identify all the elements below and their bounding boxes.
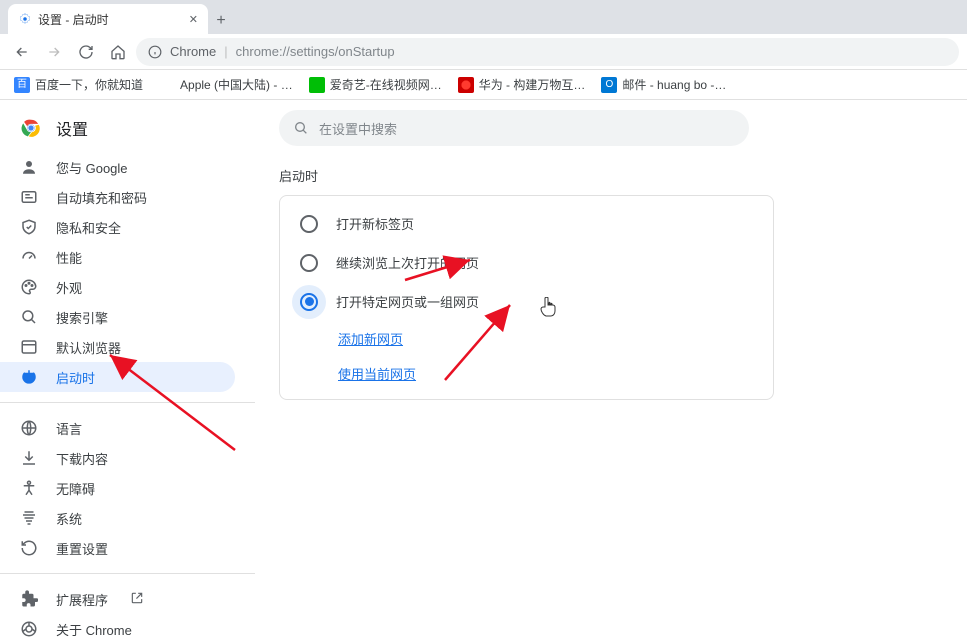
sidebar-item-browser[interactable]: 默认浏览器 [0,332,235,362]
sidebar-item-label: 性能 [56,248,82,267]
sidebar-item-chrome[interactable]: 关于 Chrome [0,614,235,644]
system-icon [20,509,38,527]
sidebar-item-system[interactable]: 系统 [0,503,235,533]
bookmark-item[interactable]: 华为 - 构建万物互… [452,72,592,97]
radio-icon [300,254,318,272]
settings-sidebar: 设置 您与 Google 自动填充和密码隐私和安全性能外观搜索引擎默认浏览器启动时… [0,100,255,596]
favicon-icon: 百 [14,77,30,93]
close-tab-icon[interactable]: ✕ [189,13,198,26]
sidebar-item-globe[interactable]: 语言 [0,413,235,443]
new-tab-button[interactable]: + [208,8,234,34]
sidebar-title: 设置 [56,116,88,140]
sidebar-item-download[interactable]: 下载内容 [0,443,235,473]
sidebar-item-search[interactable]: 搜索引擎 [0,302,235,332]
download-icon [20,449,38,467]
tab-title: 设置 - 启动时 [38,11,109,28]
reload-button[interactable] [72,38,100,66]
address-path: chrome://settings/onStartup [236,44,395,59]
gear-icon [18,12,32,26]
sidebar-item-speed[interactable]: 性能 [0,242,235,272]
add-new-page-row: 添加新网页 [280,321,773,356]
browser-icon [20,338,38,356]
reset-icon [20,539,38,557]
radio-icon [300,293,318,311]
search-placeholder: 在设置中搜索 [319,119,397,138]
bookmark-item[interactable]: O邮件 - huang bo -… [595,72,732,97]
radio-continue[interactable]: 继续浏览上次打开的网页 [280,243,773,282]
back-button[interactable] [8,38,36,66]
bookmark-item[interactable]: 爱奇艺-在线视频网… [303,72,448,97]
apple-icon [159,77,175,93]
search-icon [20,308,38,326]
sidebar-divider [0,402,255,403]
autofill-icon [20,188,38,206]
bookmark-item[interactable]: Apple (中国大陆) - … [153,72,299,97]
browser-toolbar: Chrome | chrome://settings/onStartup [0,34,967,70]
person-icon [20,158,38,176]
browser-tab[interactable]: 设置 - 启动时 ✕ [8,4,208,34]
power-icon [20,368,38,386]
sidebar-item-palette[interactable]: 外观 [0,272,235,302]
tab-strip: 设置 - 启动时 ✕ + [0,0,967,34]
favicon-icon [309,77,325,93]
startup-card: 打开新标签页 继续浏览上次打开的网页 打开特定网页或一组网页 添加新网页 使用当… [279,195,774,400]
radio-new-tab[interactable]: 打开新标签页 [280,204,773,243]
settings-search[interactable]: 在设置中搜索 [279,110,749,146]
sidebar-item-label: 自动填充和密码 [56,188,147,207]
globe-icon [20,419,38,437]
use-current-row: 使用当前网页 [280,356,773,391]
sidebar-item-label: 外观 [56,278,82,297]
forward-button[interactable] [40,38,68,66]
huawei-icon [458,77,474,93]
sidebar-item-label: 无障碍 [56,479,95,498]
sidebar-divider [0,573,255,574]
sidebar-item-autofill[interactable]: 自动填充和密码 [0,182,235,212]
radio-specific-pages[interactable]: 打开特定网页或一组网页 [280,282,773,321]
address-bar[interactable]: Chrome | chrome://settings/onStartup [136,38,959,66]
sidebar-item-label: 您与 Google [56,158,128,177]
external-link-icon [130,591,144,608]
search-icon [293,120,309,136]
add-new-page-link[interactable]: 添加新网页 [338,332,403,347]
sidebar-item-label: 搜索引擎 [56,308,108,327]
settings-main: 在设置中搜索 启动时 打开新标签页 继续浏览上次打开的网页 打开特定网页或一组网… [255,100,967,596]
sidebar-item-label: 启动时 [56,368,95,387]
use-current-link[interactable]: 使用当前网页 [338,367,416,382]
accessibility-icon [20,479,38,497]
sidebar-item-shield[interactable]: 隐私和安全 [0,212,235,242]
bookmark-item[interactable]: 百百度一下，你就知道 [8,72,149,97]
sidebar-item-label: 语言 [56,419,82,438]
outlook-icon: O [601,77,617,93]
speed-icon [20,248,38,266]
sidebar-item-accessibility[interactable]: 无障碍 [0,473,235,503]
sidebar-item-label: 扩展程序 [56,590,108,609]
sidebar-item-reset[interactable]: 重置设置 [0,533,235,563]
radio-icon [300,215,318,233]
bookmark-bar: 百百度一下，你就知道 Apple (中国大陆) - … 爱奇艺-在线视频网… 华… [0,70,967,100]
chrome-logo-icon [20,117,42,139]
sidebar-item-label: 系统 [56,509,82,528]
sidebar-item-label: 下载内容 [56,449,108,468]
palette-icon [20,278,38,296]
chrome-icon [20,620,38,638]
sidebar-item-extension[interactable]: 扩展程序 [0,584,235,614]
sidebar-item-label: 重置设置 [56,539,108,558]
sidebar-item-person[interactable]: 您与 Google [0,152,235,182]
section-title: 启动时 [279,166,943,185]
info-icon [148,45,162,59]
sidebar-item-label: 默认浏览器 [56,338,121,357]
sidebar-item-label: 隐私和安全 [56,218,121,237]
home-button[interactable] [104,38,132,66]
shield-icon [20,218,38,236]
address-protocol: Chrome [170,44,216,59]
extension-icon [20,590,38,608]
sidebar-item-power[interactable]: 启动时 [0,362,235,392]
sidebar-item-label: 关于 Chrome [56,620,132,639]
